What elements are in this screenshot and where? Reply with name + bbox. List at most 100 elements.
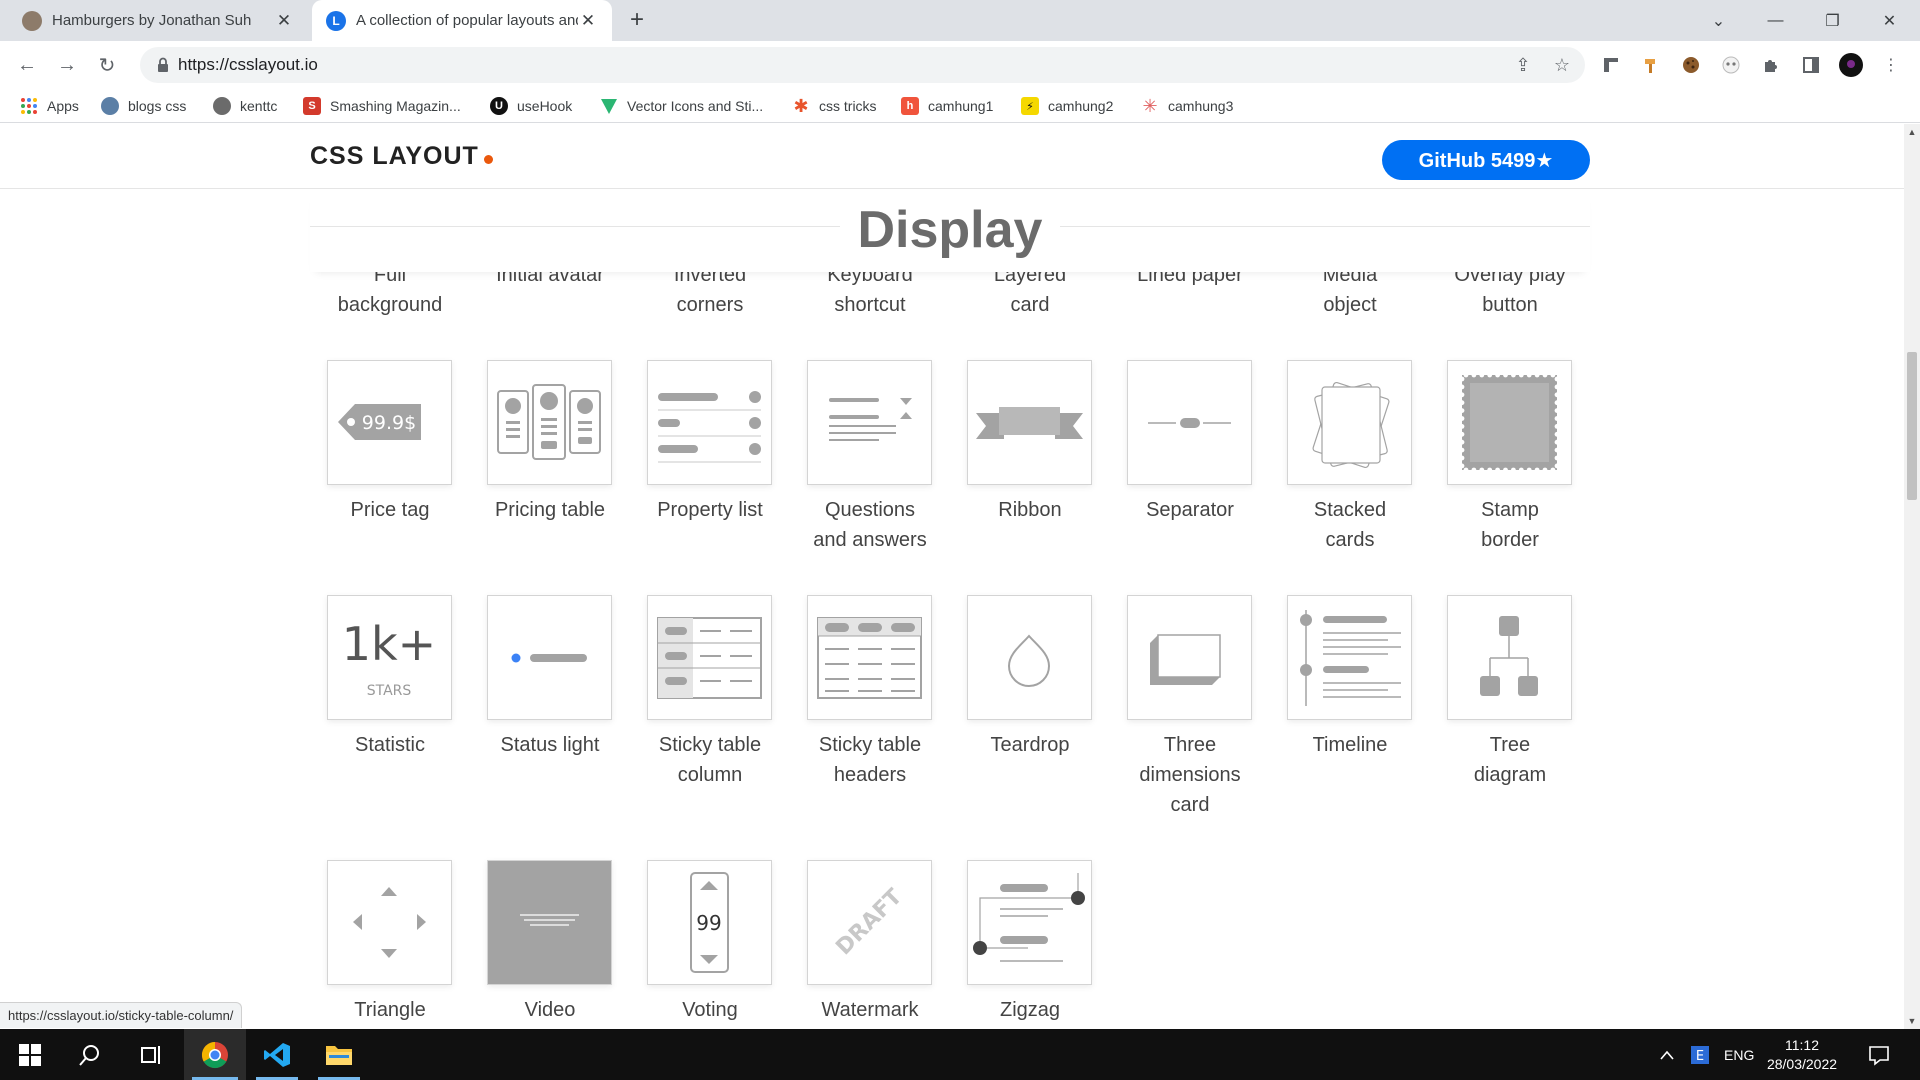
taskbar-file-explorer[interactable] (310, 1029, 368, 1080)
pattern-label-statistic[interactable]: Statistic (310, 730, 470, 760)
bookmarks-bar: Apps blogs css kenttc S Smashing Magazin… (0, 89, 1920, 123)
video-card[interactable] (487, 860, 612, 985)
bookmark-apps[interactable]: Apps (20, 94, 79, 118)
pattern-label-zigzag[interactable]: Zigzag (950, 995, 1110, 1025)
bookmark-smashing[interactable]: S Smashing Magazin... (303, 94, 461, 118)
pattern-label-sticky-table-headers[interactable]: Sticky table headers (790, 730, 950, 790)
bookmark-camhung2[interactable]: ⚡ camhung2 (1021, 94, 1113, 118)
watermark-card[interactable]: DRAFT (807, 860, 932, 985)
tab-hamburgers[interactable]: Hamburgers by Jonathan Suh ✕ (8, 0, 308, 41)
pattern-label-tree-diagram[interactable]: Tree diagram (1430, 730, 1590, 790)
taskbar-vscode[interactable] (248, 1029, 306, 1080)
extensions-puzzle-icon[interactable] (1759, 53, 1783, 77)
tree-diagram-card[interactable] (1447, 595, 1572, 720)
profile-avatar[interactable] (1839, 53, 1863, 77)
timeline-card[interactable] (1287, 595, 1412, 720)
pattern-label-price-tag[interactable]: Price tag (310, 495, 470, 525)
koala-icon (213, 97, 231, 115)
share-icon[interactable]: ⇪ (1511, 53, 1535, 77)
zigzag-card[interactable] (967, 860, 1092, 985)
pattern-label-pricing-table[interactable]: Pricing table (470, 495, 630, 525)
page-scrollbar[interactable]: ▲ ▼ (1904, 124, 1920, 1029)
sticky-table-column-card[interactable] (647, 595, 772, 720)
reload-button[interactable]: ↻ (91, 49, 123, 81)
pattern-label-ribbon[interactable]: Ribbon (950, 495, 1110, 525)
pattern-label-voting[interactable]: Voting (630, 995, 790, 1025)
bookmark-kenttc[interactable]: kenttc (213, 94, 277, 118)
close-tab-icon[interactable]: ✕ (578, 11, 598, 31)
pricing-table-card[interactable] (487, 360, 612, 485)
notification-center-button[interactable] (1868, 1029, 1890, 1080)
input-method-indicator[interactable]: E (1690, 1029, 1710, 1080)
pattern-label-timeline[interactable]: Timeline (1270, 730, 1430, 760)
extension-cookie-icon[interactable] (1679, 53, 1703, 77)
teardrop-card[interactable] (967, 595, 1092, 720)
search-button[interactable] (62, 1029, 118, 1080)
bookmark-camhung1[interactable]: h camhung1 (901, 94, 993, 118)
extension-flag-icon[interactable] (1599, 53, 1623, 77)
sticky-table-headers-card[interactable] (807, 595, 932, 720)
bookmark-usehook[interactable]: U useHook (490, 94, 572, 118)
pattern-label-stamp-border[interactable]: Stamp border (1430, 495, 1590, 555)
price-tag-text: 99.9$ (362, 412, 416, 434)
stamp-border-icon (1459, 372, 1560, 473)
pattern-label-status-light[interactable]: Status light (470, 730, 630, 760)
stacked-cards-card[interactable] (1287, 360, 1412, 485)
system-clock[interactable]: 11:12 28/03/2022 (1756, 1036, 1848, 1074)
status-light-card[interactable] (487, 595, 612, 720)
task-view-button[interactable] (122, 1029, 178, 1080)
pattern-label-video[interactable]: Video (470, 995, 630, 1025)
close-tab-icon[interactable]: ✕ (274, 11, 294, 31)
side-panel-icon[interactable] (1799, 53, 1823, 77)
close-window-button[interactable]: ✕ (1861, 0, 1918, 41)
chrome-menu-icon[interactable]: ⋮ (1879, 53, 1903, 77)
new-tab-button[interactable]: + (622, 6, 652, 36)
scroll-down-arrow-icon[interactable]: ▼ (1904, 1013, 1920, 1029)
property-list-card[interactable] (647, 360, 772, 485)
pattern-label-property-list[interactable]: Property list (630, 495, 790, 525)
pattern-label-watermark[interactable]: Watermark (790, 995, 950, 1025)
pattern-label-three-dimensions-card[interactable]: Three dimensions card (1110, 730, 1270, 820)
address-bar[interactable]: https://csslayout.io ⇪ ☆ (140, 47, 1585, 83)
scrollbar-thumb[interactable] (1907, 352, 1917, 500)
stamp-border-card[interactable] (1447, 360, 1572, 485)
site-logo[interactable]: CSS LAYOUT (310, 142, 493, 171)
three-dimensions-card-card[interactable] (1127, 595, 1252, 720)
statistic-card[interactable]: 1k+ STARS (327, 595, 452, 720)
forward-button[interactable]: → (51, 49, 83, 81)
pattern-label-separator[interactable]: Separator (1110, 495, 1270, 525)
price-tag-card[interactable]: 99.9$ (327, 360, 452, 485)
scroll-up-arrow-icon[interactable]: ▲ (1904, 124, 1920, 140)
sticky-table-column-icon (657, 617, 762, 699)
separator-card[interactable] (1127, 360, 1252, 485)
tab-search-icon[interactable]: ⌄ (1690, 0, 1747, 41)
minimize-button[interactable]: — (1747, 0, 1804, 41)
triangle-card[interactable] (327, 860, 452, 985)
language-indicator[interactable]: ENG (1724, 1029, 1754, 1080)
bookmark-label: Vector Icons and Sti... (627, 98, 764, 114)
pattern-label-teardrop[interactable]: Teardrop (950, 730, 1110, 760)
bookmark-blogs-css[interactable]: blogs css (101, 94, 186, 118)
pattern-label-sticky-table-column[interactable]: Sticky table column (630, 730, 790, 790)
bookmark-vector-icons[interactable]: Vector Icons and Sti... (600, 94, 763, 118)
taskbar-chrome[interactable] (184, 1029, 246, 1080)
svg-text:E: E (1696, 1049, 1704, 1064)
extension-panda-icon[interactable] (1719, 53, 1743, 77)
extension-hammer-icon[interactable] (1639, 53, 1663, 77)
bookmark-css-tricks[interactable]: ✱ css tricks (792, 94, 876, 118)
ribbon-card[interactable] (967, 360, 1092, 485)
pattern-label-questions-and-answers[interactable]: Questions and answers (790, 495, 950, 555)
start-button[interactable] (2, 1029, 58, 1080)
questions-and-answers-card[interactable] (807, 360, 932, 485)
back-button[interactable]: ← (11, 49, 43, 81)
tab-csslayout[interactable]: L A collection of popular layouts and pa… (312, 0, 612, 41)
bookmark-star-icon[interactable]: ☆ (1550, 53, 1574, 77)
watermark-icon: DRAFT (831, 884, 907, 960)
bookmark-camhung3[interactable]: ✳ camhung3 (1141, 94, 1233, 118)
voting-card[interactable]: 99 (647, 860, 772, 985)
restore-button[interactable]: ❐ (1804, 0, 1861, 41)
show-hidden-icons[interactable] (1660, 1029, 1674, 1080)
github-button[interactable]: GitHub 5499★ (1382, 140, 1590, 180)
pattern-label-triangle[interactable]: Triangle (310, 995, 470, 1025)
pattern-label-stacked-cards[interactable]: Stacked cards (1270, 495, 1430, 555)
